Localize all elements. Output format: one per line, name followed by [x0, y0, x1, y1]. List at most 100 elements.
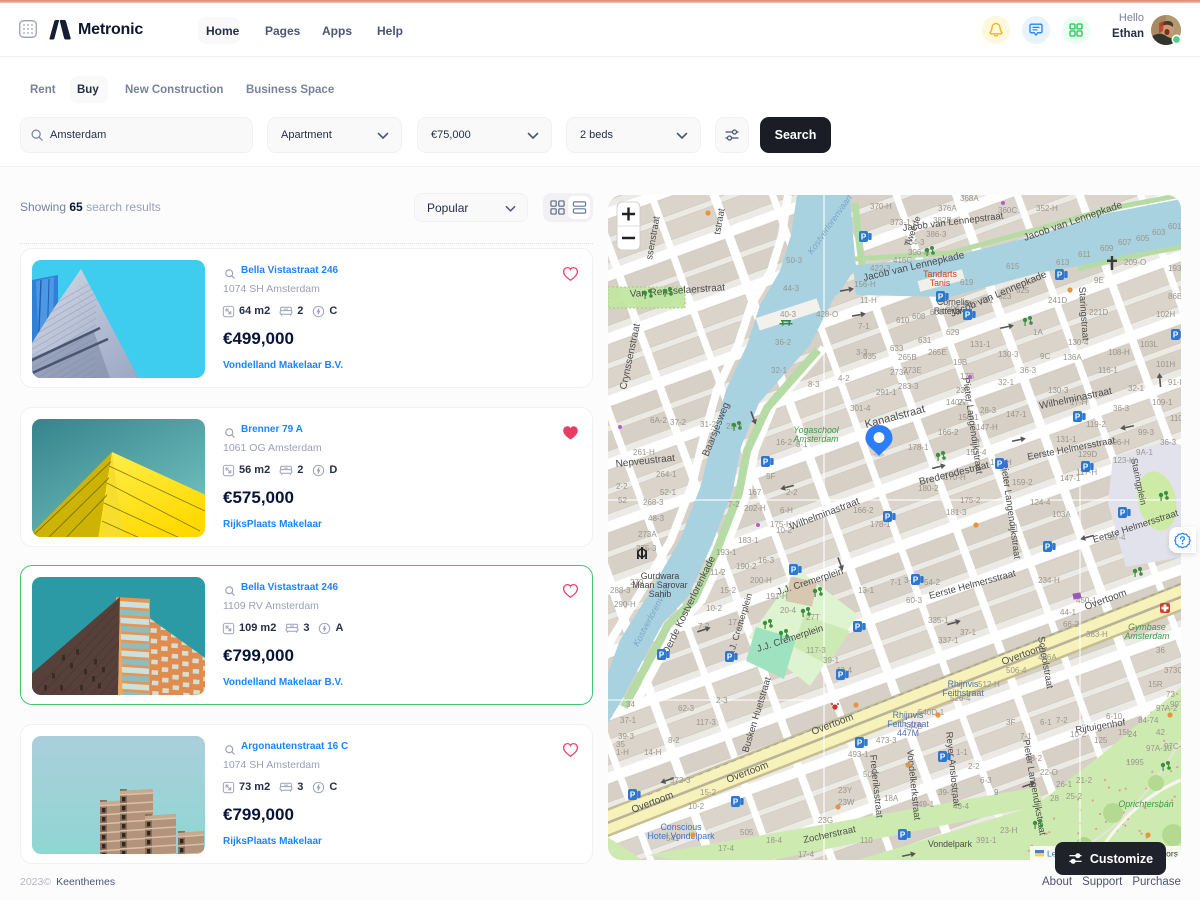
svg-text:16-2: 16-2 — [776, 438, 793, 447]
svg-text:178-1: 178-1 — [908, 443, 929, 452]
svg-text:117-3: 117-3 — [806, 646, 826, 655]
svg-text:50-3: 50-3 — [786, 256, 803, 265]
svg-text:48-3: 48-3 — [648, 514, 665, 523]
svg-text:615: 615 — [1006, 262, 1020, 271]
svg-text:635: 635 — [863, 352, 877, 361]
svg-text:7-2: 7-2 — [728, 500, 740, 509]
svg-text:264-1: 264-1 — [656, 470, 677, 479]
svg-text:P: P — [1057, 271, 1063, 280]
svg-text:116-1: 116-1 — [1098, 366, 1118, 375]
svg-text:P: P — [733, 798, 739, 807]
svg-text:193-1: 193-1 — [716, 548, 737, 557]
svg-text:P: P — [1173, 331, 1179, 340]
svg-text:36-3: 36-3 — [1160, 438, 1177, 447]
svg-text:241D: 241D — [1048, 296, 1067, 305]
svg-text:1-1: 1-1 — [956, 748, 968, 757]
svg-text:147-1: 147-1 — [1006, 410, 1027, 419]
svg-text:Oprichtersbán: Oprichtersbán — [1118, 799, 1173, 809]
svg-text:337-1: 337-1 — [938, 636, 959, 645]
svg-text:103L: 103L — [1140, 340, 1158, 349]
svg-text:28-3: 28-3 — [980, 406, 997, 415]
svg-text:23-H: 23-H — [1000, 826, 1018, 835]
svg-text:P: P — [1075, 413, 1081, 422]
svg-text:P: P — [1083, 463, 1089, 472]
svg-text:1-H: 1-H — [616, 748, 629, 757]
svg-text:Vondelpark: Vondelpark — [928, 839, 973, 849]
svg-text:52: 52 — [618, 496, 627, 505]
svg-text:2-3: 2-3 — [716, 696, 728, 705]
svg-text:42: 42 — [1156, 728, 1165, 737]
svg-text:34: 34 — [626, 700, 635, 709]
svg-text:23Y: 23Y — [838, 786, 853, 795]
svg-text:10-2: 10-2 — [706, 604, 723, 613]
svg-text:370-H: 370-H — [870, 202, 892, 211]
svg-text:102H: 102H — [1156, 310, 1175, 319]
svg-text:7-1: 7-1 — [890, 578, 902, 587]
svg-text:234-H: 234-H — [1038, 576, 1060, 585]
svg-text:473-3: 473-3 — [876, 736, 897, 745]
svg-text:18-4: 18-4 — [766, 836, 783, 845]
svg-text:335-1: 335-1 — [928, 616, 949, 625]
svg-text:124-4: 124-4 — [1030, 498, 1051, 507]
svg-text:633: 633 — [890, 344, 904, 353]
svg-text:P: P — [727, 653, 733, 662]
svg-text:15-2: 15-2 — [720, 586, 737, 595]
svg-text:110: 110 — [860, 836, 873, 845]
svg-text:P: P — [861, 233, 867, 242]
svg-text:86B: 86B — [1168, 292, 1181, 301]
svg-text:629: 629 — [946, 328, 960, 337]
svg-text:6-H: 6-H — [780, 506, 793, 515]
svg-text:608: 608 — [912, 312, 926, 321]
svg-text:611: 611 — [1078, 250, 1091, 259]
svg-text:9: 9 — [994, 788, 999, 797]
svg-text:493-1: 493-1 — [848, 750, 869, 759]
svg-text:YogaschoolAmsterdam: YogaschoolAmsterdam — [793, 425, 840, 444]
svg-text:73: 73 — [1166, 690, 1175, 699]
svg-text:54-2: 54-2 — [924, 578, 941, 587]
svg-text:91-H: 91-H — [1168, 378, 1181, 387]
svg-text:84-74: 84-74 — [1138, 716, 1159, 725]
svg-text:P: P — [838, 671, 844, 680]
svg-text:19B: 19B — [953, 358, 967, 367]
svg-text:23G: 23G — [818, 816, 833, 825]
svg-text:32-1: 32-1 — [1128, 384, 1145, 393]
svg-text:15-2: 15-2 — [700, 788, 717, 797]
svg-text:36: 36 — [1156, 646, 1165, 655]
svg-text:288-3: 288-3 — [610, 586, 631, 595]
svg-text:2-2: 2-2 — [616, 482, 628, 491]
svg-text:200-H: 200-H — [750, 576, 772, 585]
svg-text:P: P — [1045, 543, 1051, 552]
svg-text:6A-2: 6A-2 — [650, 416, 667, 425]
svg-text:619: 619 — [960, 278, 974, 287]
svg-text:8-3: 8-3 — [808, 380, 820, 389]
svg-text:386-3: 386-3 — [926, 230, 947, 239]
svg-text:62-3: 62-3 — [678, 704, 695, 713]
svg-text:290-H: 290-H — [614, 600, 636, 609]
svg-text:15L: 15L — [1118, 728, 1132, 737]
svg-text:P: P — [630, 791, 636, 800]
svg-text:2-2: 2-2 — [968, 762, 980, 771]
svg-text:44-3: 44-3 — [783, 284, 800, 293]
svg-text:273A: 273A — [638, 530, 657, 539]
svg-text:202-H: 202-H — [744, 504, 766, 513]
svg-text:101H: 101H — [1156, 360, 1175, 369]
svg-text:603: 603 — [1152, 228, 1166, 237]
svg-text:60-3: 60-3 — [906, 596, 923, 605]
svg-text:P: P — [913, 576, 919, 585]
svg-text:40-3: 40-3 — [780, 310, 797, 319]
svg-text:1995: 1995 — [1126, 758, 1144, 767]
svg-text:108-H: 108-H — [1108, 348, 1130, 357]
svg-text:32-1: 32-1 — [771, 366, 788, 375]
svg-text:99T-E: 99T-E — [1170, 700, 1181, 709]
svg-text:28: 28 — [1050, 794, 1059, 803]
svg-text:25-2: 25-2 — [1066, 792, 1083, 801]
svg-text:265E: 265E — [928, 348, 947, 357]
svg-text:11-H: 11-H — [860, 296, 877, 305]
svg-text:631: 631 — [918, 336, 932, 345]
svg-text:209-O: 209-O — [1124, 258, 1146, 267]
svg-text:391-1: 391-1 — [976, 836, 997, 845]
svg-text:P: P — [940, 753, 946, 762]
svg-text:601: 601 — [1168, 222, 1181, 231]
svg-text:183-1: 183-1 — [738, 536, 759, 545]
svg-text:21-2: 21-2 — [1076, 776, 1093, 785]
